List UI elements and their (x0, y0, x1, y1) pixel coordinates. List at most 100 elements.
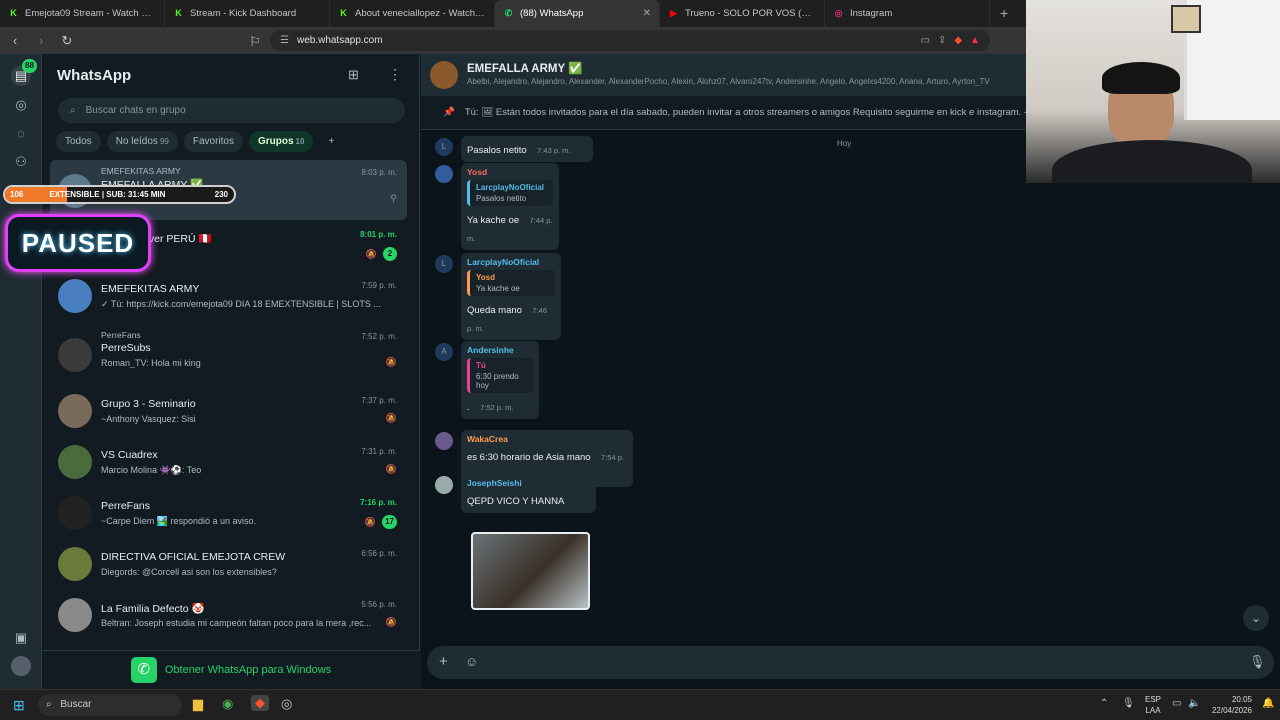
file-explorer-icon[interactable]: ▆ (193, 696, 203, 712)
chat-name: Grupo 3 - Seminario (101, 398, 196, 410)
whatsapp-logo-icon: ✆ (130, 657, 157, 683)
message-bubble[interactable]: LarcplayNoOficial Yosd Ya kache oe Queda ma… (461, 253, 561, 340)
chat-preview: ✓ Tú: https://kick.com/emejota09 DIA 18 … (101, 299, 381, 309)
quoted-message[interactable]: Tú 6:30 prendo hoy (467, 358, 533, 393)
volume-icon[interactable]: 🔈 (1188, 698, 1200, 709)
url-field[interactable]: ☰ web.whatsapp.com ▭ ⇪ ◆ ▲ (270, 30, 990, 51)
chat-row[interactable]: PerreFans ~Carpe Diem 🏞️ respondió a un a… (50, 490, 407, 540)
unread-badge: 17 (382, 515, 397, 529)
clock-date: 22/04/2026 (1211, 706, 1252, 715)
tab-title: Trueno - SOLO POR VOS (Video Ofic (685, 8, 816, 19)
quoted-message[interactable]: LarcplayNoOficial Pasalos netito (467, 180, 553, 206)
brave-icon[interactable]: ◆ (251, 695, 269, 711)
search-input[interactable]: ⌕ Buscar chats en grupo (58, 98, 405, 123)
tabs: K Emejota09 Stream - Watch Live o K Stream … (0, 0, 990, 27)
sender-avatar[interactable] (435, 476, 453, 494)
status-icon[interactable]: ◎ (11, 95, 31, 115)
browser-tab[interactable]: K Stream - Kick Dashboard (165, 0, 330, 27)
new-chat-icon[interactable]: ⊞ (348, 67, 359, 83)
tab-favicon-icon: ✆ (504, 8, 513, 18)
message-author: WakaCrea (467, 434, 508, 444)
message-text: Queda mano (467, 305, 522, 316)
reload-icon[interactable]: ↻ (60, 33, 74, 49)
mic-icon[interactable]: 🎙 (1249, 654, 1266, 670)
webcam-overlay (1026, 0, 1280, 183)
filter-chip[interactable]: Grupos 10 (248, 131, 314, 152)
message-composer[interactable]: + ☺ 🎙 (427, 646, 1274, 679)
sender-avatar[interactable] (435, 165, 453, 183)
profile-avatar[interactable] (11, 656, 31, 676)
group-members: Abelbi, Alejandro, Alejandro, Alexander,… (467, 77, 990, 86)
clock[interactable]: 20:05 22/04/2026 (1208, 694, 1252, 716)
url-text: web.whatsapp.com (296, 35, 383, 46)
search-placeholder: Buscar chats en grupo (85, 105, 186, 116)
attach-icon[interactable]: + (439, 653, 448, 670)
communities-icon[interactable]: ⚇ (11, 152, 31, 172)
brave-rewards-icon[interactable]: ▲ (970, 35, 980, 46)
windows-start-icon[interactable]: ⊞ (13, 697, 25, 714)
paused-overlay: PAUSED (5, 214, 151, 272)
group-avatar[interactable] (430, 61, 458, 89)
add-filter-button[interactable]: + (319, 131, 343, 152)
quoted-message[interactable]: Yosd Ya kache oe (467, 270, 555, 296)
clock-time: 20:05 (1231, 695, 1252, 704)
chat-row[interactable]: DIRECTIVA OFICIAL EMEJOTA CREW Diegords: … (50, 541, 407, 591)
message-bubble[interactable]: JosephSeishi QEPD VICO Y HANNA (461, 474, 596, 513)
language-indicator[interactable]: ESP LAA (1145, 694, 1161, 716)
menu-icon[interactable]: ⋮ (388, 66, 402, 83)
browser-tab[interactable]: ▶ Trueno - SOLO POR VOS (Video Ofic (660, 0, 825, 27)
filter-chip[interactable]: No leídos 99 (106, 131, 178, 152)
bookmark-icon[interactable]: ⚐ (248, 34, 262, 50)
tab-favicon-icon: ▶ (670, 8, 677, 18)
quote-author: Tú (476, 361, 486, 370)
browser-tab[interactable]: ◎ Instagram (825, 0, 990, 27)
scroll-down-button[interactable]: ⌄ (1243, 605, 1269, 631)
site-info-icon[interactable]: ☰ (280, 35, 289, 46)
chrome-icon[interactable]: ◉ (222, 696, 233, 712)
filter-chip[interactable]: Favoritos (183, 131, 243, 152)
install-app-icon[interactable]: ▭ (921, 35, 930, 46)
chat-row[interactable]: La Familia Defecto 🤡 Beltran: Joseph estu… (50, 592, 407, 642)
timer-left-value: 106 (10, 190, 24, 199)
get-app-label: Obtener WhatsApp para Windows (164, 664, 332, 676)
sender-avatar[interactable] (435, 432, 453, 450)
new-tab-button[interactable]: + (990, 0, 1018, 27)
taskbar-search[interactable]: ⌕ Buscar (38, 694, 182, 716)
brave-shield-icon[interactable]: ◆ (954, 35, 962, 46)
sender-avatar[interactable]: L (435, 255, 453, 273)
message-bubble[interactable]: Pasalos netito 7:43 p. m. (461, 136, 593, 162)
media-icon[interactable]: ▣ (11, 628, 31, 648)
chat-avatar (58, 496, 92, 530)
browser-tab[interactable]: ✆ (88) WhatsApp ✕ (495, 0, 660, 27)
notification-icon[interactable]: 🔔 (1262, 698, 1274, 709)
share-icon[interactable]: ⇪ (938, 35, 946, 46)
chat-row[interactable]: Grupo 3 - Seminario ~Anthony Vasquez: Sis… (50, 388, 407, 438)
app-icon[interactable]: ◎ (281, 696, 292, 712)
browser-tab[interactable]: K About veneciallopez - Watch Live o (330, 0, 495, 27)
chat-row[interactable]: PerreFans PerreSubs Roman_TV: Hola mi king… (50, 324, 407, 384)
sender-avatar[interactable]: L (435, 138, 453, 156)
tray-chevron-icon[interactable]: ⌃ (1100, 698, 1108, 709)
tab-favicon-icon: ◎ (834, 8, 843, 18)
language-bottom: LAA (1145, 706, 1161, 715)
back-icon[interactable]: ‹ (8, 33, 22, 48)
get-app-banner[interactable]: ✆ Obtener WhatsApp para Windows (42, 650, 420, 689)
message-bubble[interactable]: Yosd LarcplayNoOficial Pasalos netito Ya ka… (461, 163, 559, 250)
chat-row[interactable]: VS Cuadrex Marcio Molina 👾⚽: Teo 7:31 p. m… (50, 439, 407, 489)
chat-row[interactable]: EMEFEKITAS ARMY ✓ Tú: https://kick.com/em… (50, 273, 407, 323)
filter-label: No leídos (115, 136, 158, 147)
forward-icon[interactable]: › (34, 33, 48, 48)
media-thumbnail[interactable] (471, 532, 590, 610)
chat-time: 7:16 p. m. (360, 498, 397, 507)
close-tab-icon[interactable]: ✕ (643, 8, 651, 19)
sticker-icon[interactable]: ☺ (465, 654, 478, 669)
channels-icon[interactable]: ◌ (11, 124, 31, 144)
microphone-icon[interactable]: 🎙 (1122, 698, 1135, 709)
muted-icon: 🔕 (365, 248, 377, 259)
filter-chips: Todos No leídos 99 Favoritos Grupos 10 + (56, 131, 343, 152)
filter-chip[interactable]: Todos (56, 131, 101, 152)
browser-tab[interactable]: K Emejota09 Stream - Watch Live o (0, 0, 165, 27)
network-icon[interactable]: ▭ (1172, 698, 1181, 709)
message-bubble[interactable]: Andersinhe Tú 6:30 prendo hoy. 7:52 p. m. (461, 341, 539, 419)
sender-avatar[interactable]: A (435, 343, 453, 361)
